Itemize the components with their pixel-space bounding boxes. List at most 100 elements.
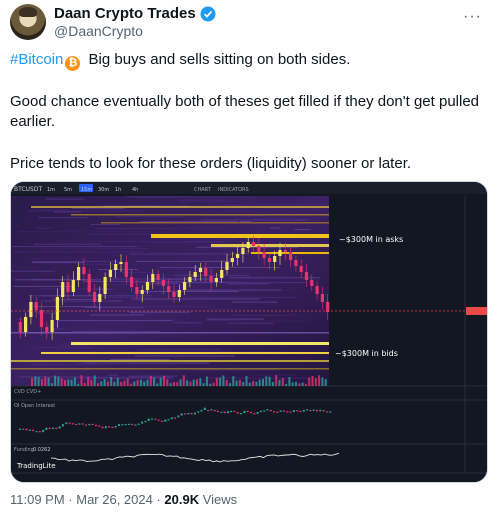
oi-candle bbox=[302, 409, 305, 412]
tweet-time[interactable]: 11:09 PM bbox=[10, 492, 65, 507]
heatmap-streak bbox=[35, 227, 51, 229]
heatmap-streak bbox=[72, 208, 125, 209]
heatmap-streak bbox=[187, 205, 247, 206]
cvd-bar bbox=[222, 375, 225, 386]
cvd-bar bbox=[321, 377, 324, 386]
cvd-bar bbox=[73, 377, 76, 386]
verified-badge-icon bbox=[200, 6, 216, 21]
cvd-bar bbox=[100, 381, 103, 386]
heatmap-streak bbox=[239, 221, 252, 223]
timeframe-tab[interactable]: 1m bbox=[47, 187, 55, 193]
heatmap-streak bbox=[88, 233, 162, 235]
candle-body bbox=[246, 242, 250, 248]
heatmap-streak bbox=[228, 283, 269, 285]
oi-candle bbox=[213, 410, 216, 412]
cvd-bar bbox=[291, 382, 294, 386]
candle-body bbox=[188, 277, 192, 282]
oi-candle bbox=[137, 423, 140, 425]
heatmap-streak bbox=[107, 254, 216, 256]
tweet-footer: 11:09 PM · Mar 26, 2024 · 20.9K Views bbox=[10, 492, 237, 507]
bitcoin-emoji-icon: ₿ bbox=[65, 56, 81, 71]
oi-candle bbox=[312, 409, 315, 411]
heatmap-streak bbox=[90, 223, 121, 225]
candle-body bbox=[29, 302, 33, 317]
heatmap-streak bbox=[137, 291, 239, 292]
cvd-bar bbox=[80, 375, 83, 386]
avatar[interactable] bbox=[10, 4, 46, 40]
candle-body bbox=[236, 254, 240, 258]
cvd-bar bbox=[67, 379, 70, 386]
cvd-bar bbox=[258, 379, 261, 386]
candle-body bbox=[18, 322, 22, 332]
candle-body bbox=[214, 278, 218, 282]
heatmap-streak bbox=[45, 198, 85, 200]
candle-body bbox=[124, 262, 128, 277]
heatmap-streak bbox=[128, 375, 178, 377]
timeframe-tab[interactable]: 15m bbox=[81, 187, 92, 193]
more-icon[interactable]: ··· bbox=[463, 8, 482, 26]
cvd-bar bbox=[83, 382, 86, 386]
candle-body bbox=[103, 277, 107, 294]
chart-image[interactable]: BTCUSDT 1m 5m 15m 30m 1h 4h CHART INDICATORS bbox=[10, 181, 488, 483]
cvd-bar bbox=[149, 375, 152, 386]
cvd-bar bbox=[288, 377, 291, 386]
heatmap-streak bbox=[12, 246, 138, 248]
hashtag-link[interactable]: #Bitcoin bbox=[10, 51, 63, 68]
candle-body bbox=[304, 272, 309, 280]
heatmap-streak bbox=[206, 318, 264, 320]
oi-candle bbox=[35, 431, 38, 433]
candle-body bbox=[45, 327, 49, 332]
cvd-bar bbox=[205, 376, 208, 386]
oi-candle bbox=[19, 428, 21, 430]
cvd-bar bbox=[242, 381, 245, 386]
timeframe-tab[interactable]: 30m bbox=[98, 187, 109, 193]
oi-candle bbox=[243, 410, 246, 414]
cvd-bar bbox=[60, 378, 63, 386]
candle-body bbox=[167, 286, 171, 292]
cvd-bar bbox=[37, 376, 40, 386]
chart-menu-indicators[interactable]: INDICATORS bbox=[218, 187, 249, 193]
timeframe-tab[interactable]: 1h bbox=[115, 187, 121, 193]
timeframe-tab[interactable]: 4h bbox=[132, 187, 138, 193]
cvd-bar bbox=[159, 377, 162, 386]
oi-candle bbox=[28, 429, 31, 431]
cvd-bar bbox=[182, 375, 185, 386]
oi-candle bbox=[200, 409, 203, 412]
oi-candle bbox=[180, 413, 183, 416]
chart-menu-chart[interactable]: CHART bbox=[194, 187, 212, 193]
heatmap-streak bbox=[13, 251, 144, 253]
oi-candle bbox=[108, 426, 111, 428]
heatmap-streak bbox=[165, 267, 187, 269]
cvd-bar bbox=[176, 382, 179, 386]
oi-candle bbox=[85, 424, 87, 426]
cvd-bar bbox=[215, 377, 218, 386]
cvd-bar bbox=[189, 381, 192, 386]
cvd-bar bbox=[153, 377, 156, 386]
author-handle[interactable]: @DaanCrypto bbox=[54, 23, 143, 39]
cvd-bar bbox=[225, 380, 228, 386]
heatmap-streak bbox=[250, 374, 298, 376]
chart-svg: BTCUSDT 1m 5m 15m 30m 1h 4h CHART INDICATORS bbox=[11, 182, 487, 482]
oi-candle bbox=[223, 411, 226, 414]
heatmap-streak bbox=[173, 274, 250, 276]
tweet-date[interactable]: Mar 26, 2024 bbox=[76, 492, 153, 507]
cvd-bar bbox=[57, 376, 60, 386]
oi-candle bbox=[220, 411, 223, 413]
oi-candle bbox=[68, 422, 71, 424]
cvd-bar bbox=[50, 383, 53, 386]
heatmap-streak bbox=[38, 217, 88, 219]
author-name-row[interactable]: Daan Crypto Trades bbox=[54, 5, 216, 22]
timeframe-tab[interactable]: 5m bbox=[64, 187, 72, 193]
cvd-bar bbox=[199, 378, 202, 386]
heatmap-streak bbox=[135, 355, 236, 357]
oi-candle bbox=[22, 428, 25, 430]
candle-body bbox=[161, 280, 165, 286]
heatmap-streak bbox=[294, 229, 311, 231]
oi-candle bbox=[58, 426, 61, 429]
cvd-bar bbox=[139, 379, 142, 386]
author-display-name[interactable]: Daan Crypto Trades bbox=[54, 5, 196, 22]
heatmap-streak bbox=[137, 349, 222, 351]
cvd-bar bbox=[209, 383, 212, 386]
oi-candle bbox=[259, 410, 262, 413]
oi-candle bbox=[269, 410, 272, 412]
